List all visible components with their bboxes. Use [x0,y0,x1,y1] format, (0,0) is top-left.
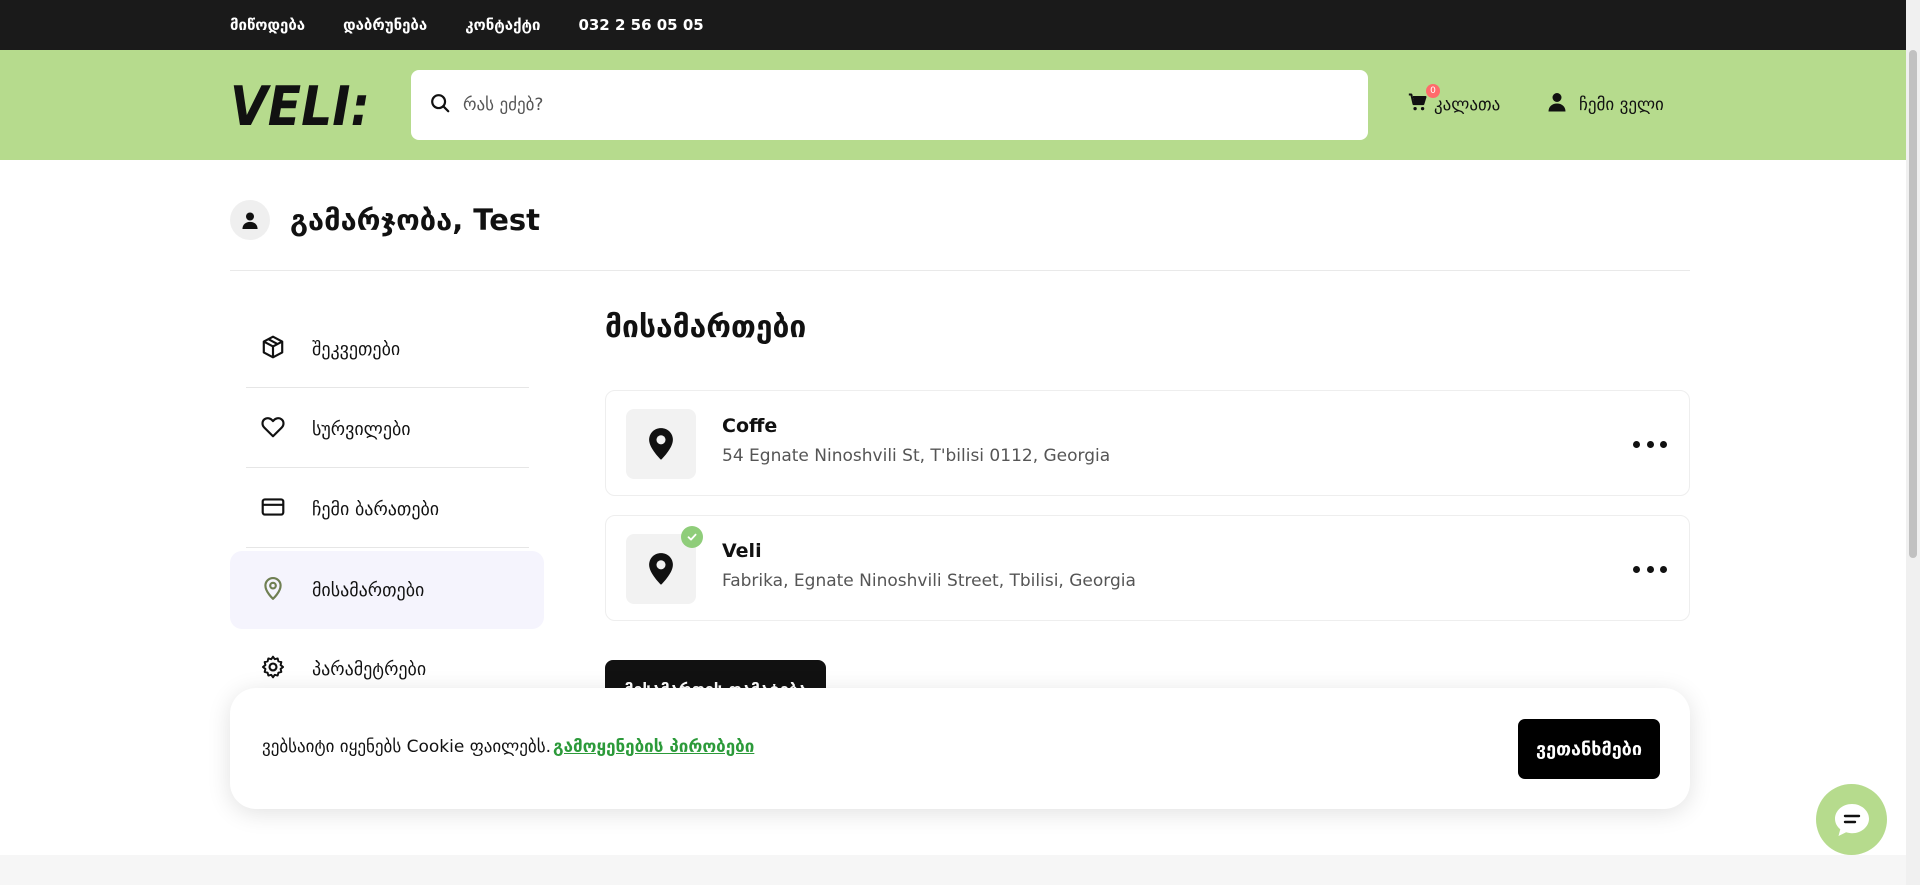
terms-link[interactable]: გამოყენების პირობები [553,737,754,757]
divider [230,270,1690,271]
address-card[interactable]: Veli Fabrika, Egnate Ninoshvili Street, … [605,515,1690,621]
address-line: Fabrika, Egnate Ninoshvili Street, Tbili… [722,571,1136,591]
user-icon [1548,92,1566,117]
map-pin-icon [649,553,673,585]
cookie-banner: ვებსაიტი იყენებს Cookie ფაილებს. გამოყენ… [230,688,1690,809]
card-icon [260,494,286,524]
cart-icon: 0 [1408,84,1440,117]
account-label: ჩემი ველი [1579,94,1664,115]
cart-count-badge: 0 [1426,84,1440,98]
logo[interactable]: VELI: [230,75,398,138]
greeting: გამარჯობა, Test [230,200,540,240]
top-link-delivery[interactable]: მიწოდება [230,16,305,34]
page-title: მისამართები [605,310,807,345]
sidebar-item-orders[interactable]: შეკვეთები [230,310,544,388]
sidebar-item-addresses[interactable]: მისამართები [230,551,544,629]
cart-label: კალათა [1434,94,1501,115]
location-icon [260,575,286,605]
scrollbar-thumb[interactable] [1909,50,1917,558]
address-card[interactable]: Coffe 54 Egnate Ninoshvili St, T'bilisi … [605,390,1690,496]
sidebar-item-label: მისამართები [312,579,425,601]
address-name: Veli [722,540,762,562]
search-icon [429,92,451,118]
logo-mark: VELI: [230,75,370,138]
sidebar-divider [246,547,529,548]
address-pin [626,409,696,479]
avatar [230,200,270,240]
dot-icon [1646,440,1654,448]
sidebar-item-wishlist[interactable]: სურვილები [230,390,544,468]
dot-icon [1633,440,1640,448]
address-line: 54 Egnate Ninoshvili St, T'bilisi 0112, … [722,446,1111,466]
user-icon [242,212,258,229]
address-name: Coffe [722,415,778,437]
gear-icon [260,654,286,684]
cookie-text: ვებსაიტი იყენებს Cookie ფაილებს. [262,737,551,757]
dot-icon [1660,565,1667,573]
dot-icon [1660,440,1667,448]
sidebar-item-label: შეკვეთები [312,338,401,360]
sidebar-item-label: სურვილები [312,418,411,440]
heart-icon [260,414,286,444]
more-options-button[interactable] [1633,429,1667,459]
footer [0,855,1920,885]
dot-icon [1646,565,1654,573]
logo-text: VELI: [230,84,370,128]
top-bar: მიწოდება დაბრუნება კონტაქტი 032 2 56 05 … [0,0,1920,50]
top-link-contact[interactable]: კონტაქტი [465,16,540,34]
account-button[interactable]: ჩემი ველი [1548,92,1664,117]
accept-cookies-button[interactable]: ვეთანხმები [1518,719,1660,779]
cart-button[interactable]: 0 კალათა [1408,84,1501,117]
search-input[interactable] [463,95,1323,115]
sidebar-divider [246,387,529,388]
dot-icon [1633,565,1640,573]
search-bar[interactable] [411,70,1368,140]
top-link-phone[interactable]: 032 2 56 05 05 [578,16,703,34]
default-check-icon [681,526,703,548]
header: VELI: 0 კალათა ჩემი ველი [0,50,1920,160]
sidebar-item-label: პარამეტრები [312,658,427,680]
top-links: მიწოდება დაბრუნება კონტაქტი 032 2 56 05 … [230,0,742,50]
sidebar-item-label: ჩემი ბარათები [312,498,440,520]
greeting-text: გამარჯობა, Test [290,203,541,237]
top-link-returns[interactable]: დაბრუნება [343,16,427,34]
chat-icon [1834,803,1869,836]
map-pin-icon [649,428,673,460]
box-icon [260,334,286,364]
chat-button[interactable] [1816,784,1887,855]
sidebar-divider [246,467,529,468]
more-options-button[interactable] [1633,554,1667,584]
sidebar-item-cards[interactable]: ჩემი ბარათები [230,470,544,548]
